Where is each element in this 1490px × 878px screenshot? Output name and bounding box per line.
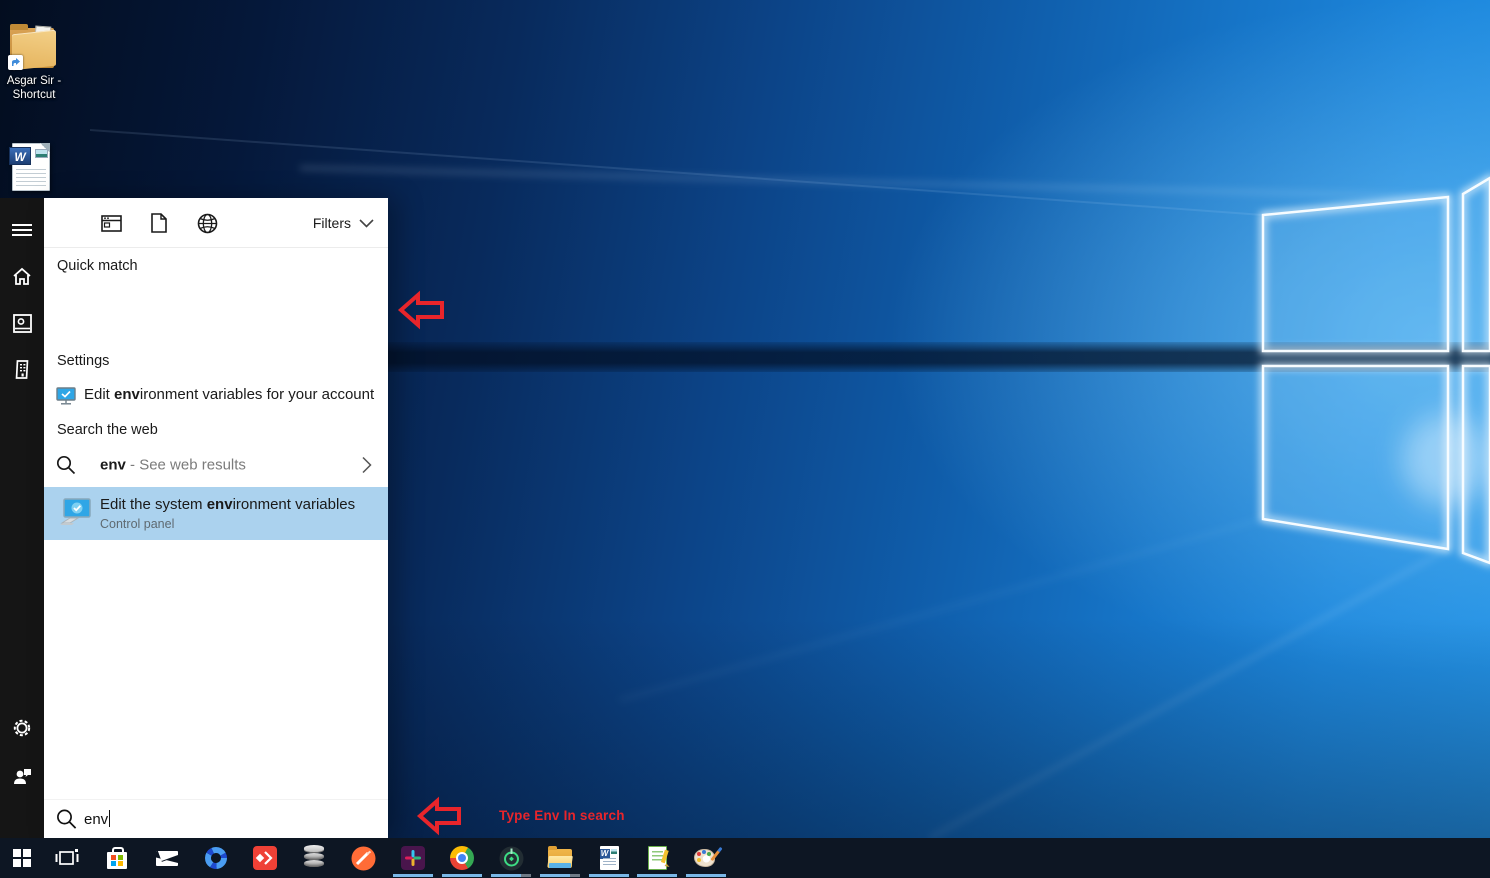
title-post: ironment variables for your account xyxy=(140,386,374,403)
settings-header: Settings xyxy=(57,353,109,369)
chrome-button[interactable] xyxy=(440,838,484,878)
search-input-box[interactable]: env xyxy=(44,799,388,838)
search-flyout-rail xyxy=(0,198,44,838)
search-icon xyxy=(56,809,77,830)
blue-hex-app-icon xyxy=(204,846,228,870)
search-results-panel: Filters Quick match Edit the system envi… xyxy=(44,198,388,838)
search-query-text: env xyxy=(84,810,110,828)
running-indicator-android-studio xyxy=(491,874,531,877)
search-the-web-header: Search the web xyxy=(57,422,158,438)
task-view-button[interactable] xyxy=(45,838,89,878)
title-bold: env xyxy=(114,386,140,403)
running-indicator-word xyxy=(589,874,629,877)
microsoft-store-icon xyxy=(107,852,127,869)
label-line-1: Asgar Sir - xyxy=(0,74,72,88)
blue-hex-app-button[interactable] xyxy=(194,838,238,878)
query-bold: env xyxy=(100,457,126,474)
quick-match-header: Quick match xyxy=(57,258,138,274)
title-bold: env xyxy=(207,496,233,513)
start-button[interactable] xyxy=(0,838,44,878)
web-filter-icon[interactable] xyxy=(196,212,218,234)
web-result-label: env - See web results xyxy=(100,457,246,474)
result-edit-env-variables-account[interactable]: Edit environment variables for your acco… xyxy=(44,378,388,414)
chrome-icon xyxy=(450,846,474,870)
mail-icon xyxy=(156,851,178,866)
word-document-icon: W xyxy=(8,141,54,193)
paint-icon xyxy=(694,846,718,870)
notebook-button[interactable] xyxy=(0,303,44,343)
postman-button[interactable] xyxy=(341,838,385,878)
database-icon xyxy=(304,846,324,870)
running-indicator-paint xyxy=(686,874,726,877)
result-title: Edit the system environment variables xyxy=(100,496,355,513)
slack-icon xyxy=(401,846,425,870)
notepad-plus-plus-button[interactable] xyxy=(635,838,679,878)
windows-desktop-screenshot: Asgar Sir - Shortcut W xyxy=(0,0,1490,878)
paint-button[interactable] xyxy=(684,838,728,878)
word-button[interactable]: W xyxy=(587,838,631,878)
android-studio-icon xyxy=(499,846,524,871)
feedback-person-icon xyxy=(12,766,32,786)
gear-icon xyxy=(11,717,33,739)
running-indicator-file-explorer xyxy=(540,874,580,877)
mail-button[interactable] xyxy=(145,838,189,878)
running-indicator-slack xyxy=(393,874,433,877)
text-caret xyxy=(109,810,110,827)
slack-button[interactable] xyxy=(391,838,435,878)
chevron-right-icon xyxy=(362,457,372,474)
title-post: ironment variables xyxy=(233,496,356,513)
settings-button[interactable] xyxy=(0,708,44,748)
result-see-web-results[interactable]: env - See web results xyxy=(44,446,388,484)
annotation-arrow-search-box xyxy=(417,797,463,835)
monitor-check-icon xyxy=(56,387,76,410)
database-app-button[interactable] xyxy=(292,838,336,878)
desktop-icon-label: Asgar Sir - Shortcut xyxy=(0,74,72,103)
folder-icon xyxy=(8,24,60,70)
desktop-icon-folder-shortcut[interactable]: Asgar Sir - Shortcut xyxy=(0,24,72,103)
query-value: env xyxy=(84,811,108,828)
result-edit-system-environment-variables[interactable]: Edit the system environment variables Co… xyxy=(44,487,388,540)
apps-filter-icon[interactable] xyxy=(100,212,122,234)
documents-filter-icon[interactable] xyxy=(148,212,170,234)
task-view-icon xyxy=(55,848,79,868)
postman-icon xyxy=(351,846,376,871)
filters-dropdown[interactable]: Filters xyxy=(313,198,374,248)
running-indicator-chrome xyxy=(442,874,482,877)
result-title: Edit environment variables for your acco… xyxy=(84,386,374,403)
word-icon: W xyxy=(600,846,619,870)
red-arrows-app-icon xyxy=(253,846,277,870)
red-arrows-app-button[interactable] xyxy=(243,838,287,878)
annotation-arrow-quick-match xyxy=(398,291,446,329)
notepad-plus-plus-icon xyxy=(648,846,667,870)
filters-label: Filters xyxy=(313,215,351,231)
feedback-button[interactable] xyxy=(0,756,44,796)
windows-logo-icon xyxy=(13,849,31,867)
file-explorer-button[interactable] xyxy=(538,838,582,878)
hamburger-icon xyxy=(12,223,32,237)
query-suffix: - See web results xyxy=(126,457,246,474)
taskbar: W xyxy=(0,838,1490,878)
desktop-icon-word-document[interactable]: W xyxy=(0,141,69,193)
title-pre: Edit the system xyxy=(100,496,207,513)
title-pre: Edit xyxy=(84,386,114,403)
chevron-down-icon xyxy=(359,219,374,228)
home-icon xyxy=(12,267,32,286)
result-subtitle: Control panel xyxy=(100,517,174,531)
home-button[interactable] xyxy=(0,256,44,296)
running-indicator-notepad-plus-plus xyxy=(637,874,677,877)
system-properties-monitor-icon xyxy=(58,497,92,529)
android-studio-button[interactable] xyxy=(489,838,533,878)
menu-button[interactable] xyxy=(0,210,44,250)
microsoft-store-button[interactable] xyxy=(95,838,139,878)
search-icon xyxy=(56,455,76,475)
devices-button[interactable] xyxy=(0,350,44,390)
notebook-icon xyxy=(13,314,32,333)
device-icon xyxy=(16,360,29,381)
filter-bar: Filters xyxy=(44,198,388,248)
label-line-2: Shortcut xyxy=(0,88,72,102)
annotation-note: Type Env In search xyxy=(499,808,625,823)
file-explorer-icon xyxy=(548,849,572,868)
shortcut-arrow-icon xyxy=(8,55,23,70)
